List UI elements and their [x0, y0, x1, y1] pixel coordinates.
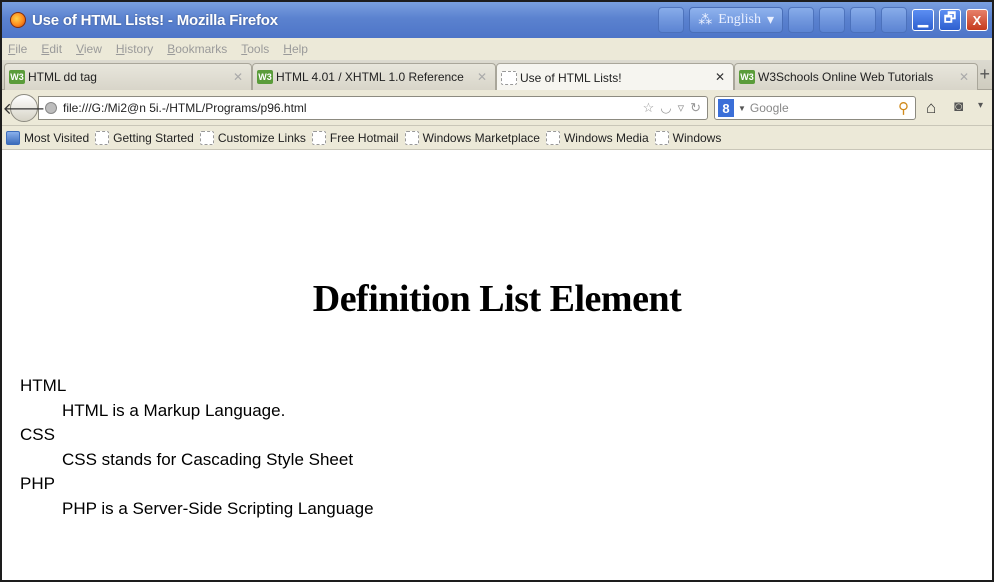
tray-help-icon[interactable]	[881, 7, 907, 33]
bookmark-page-icon	[545, 130, 560, 145]
bookmark-label: Windows Media	[563, 130, 649, 145]
tab-close-icon[interactable]: ✕	[715, 70, 725, 84]
pocket-small-icon[interactable]: ◡	[660, 100, 671, 116]
title-bar: Use of HTML Lists! - Mozilla Firefox ⁂ E…	[2, 2, 992, 38]
reload-icon[interactable]: ↻	[690, 100, 701, 116]
w3c-favicon-icon: W3	[739, 70, 755, 84]
definition-description: PHP is a Server-Side Scripting Language	[62, 498, 374, 518]
language-icon: ⁂	[698, 12, 713, 28]
menu-view[interactable]: View	[76, 42, 102, 56]
bookmark-label: Windows	[672, 130, 722, 145]
tray-search-icon[interactable]	[658, 7, 685, 33]
star-icon[interactable]: ☆	[643, 100, 655, 116]
definition-description: HTML is a Markup Language.	[62, 400, 286, 420]
browser-window: Use of HTML Lists! - Mozilla Firefox ⁂ E…	[0, 0, 994, 582]
menu-tools[interactable]: Tools	[241, 42, 269, 56]
bookmark-label: Windows Marketplace	[422, 130, 540, 145]
bookmark-windows-media[interactable]: Windows Media	[545, 130, 649, 145]
blank-page-icon	[501, 70, 517, 85]
chevron-down-icon: ▾	[766, 12, 774, 28]
bookmark-label: Getting Started	[113, 130, 194, 145]
bookmark-getting-started[interactable]: Getting Started	[95, 130, 194, 145]
definition-term: HTML	[20, 376, 67, 395]
menu-file[interactable]: File	[8, 42, 27, 56]
most-visited-icon	[6, 130, 20, 145]
bookmark-page-icon	[95, 130, 110, 145]
close-button[interactable]: X	[966, 9, 988, 31]
bookmark-windows[interactable]: Windows	[654, 130, 722, 145]
tab-label: HTML 4.01 / XHTML 1.0 Reference	[276, 70, 464, 84]
bookmark-page-icon	[199, 130, 214, 145]
site-identity-icon[interactable]	[45, 102, 57, 114]
tab-use-of-html-lists[interactable]: Use of HTML Lists! ✕	[496, 63, 734, 91]
url-text[interactable]: file:///G:/Mi2@n 5i.-/HTML/Programs/p96.…	[63, 101, 307, 115]
tray-minimize-bar-icon[interactable]	[788, 7, 814, 33]
title-bar-controls: ⁂ English ▾ ▁ 🗗 X	[658, 6, 988, 34]
page-heading: Definition List Element	[312, 278, 682, 320]
bookmark-label: Free Hotmail	[329, 130, 399, 145]
url-bar-actions: ☆ ◡ ▿ ↻	[643, 100, 701, 116]
minimize-button[interactable]: ▁	[912, 9, 934, 31]
definition-list: HTML HTML is a Markup Language. CSS CSS …	[20, 374, 374, 522]
navigation-bar: file:///G:/Mi2@n 5i.-/HTML/Programs/p96.…	[2, 90, 992, 126]
menu-history[interactable]: History	[116, 42, 153, 56]
bookmarks-toolbar: Most Visited Getting Started Customize L…	[2, 126, 992, 150]
definition-description: CSS stands for Cascading Style Sheet	[62, 449, 354, 469]
search-icon[interactable]: ⚲	[898, 99, 909, 117]
menu-help[interactable]: Help	[283, 42, 308, 56]
language-selector[interactable]: ⁂ English ▾	[689, 7, 783, 33]
definition-term: PHP	[20, 474, 55, 494]
back-arrow-icon: 🡐	[2, 100, 46, 118]
w3c-favicon-icon: W3	[257, 70, 273, 84]
tray-mouse-icon[interactable]	[819, 7, 845, 33]
tab-html-reference[interactable]: W3 HTML 4.01 / XHTML 1.0 Reference ✕	[252, 63, 496, 90]
home-icon[interactable]: ⌂	[926, 98, 936, 118]
search-bar[interactable]: 8 ▼ Google ⚲	[714, 96, 916, 120]
search-engine-icon[interactable]: 8	[718, 99, 734, 117]
bookmark-page-icon	[311, 130, 326, 145]
menu-bar: File Edit View History Bookmarks Tools H…	[2, 38, 992, 60]
dropdown-icon[interactable]: ▿	[678, 100, 685, 116]
tab-label: Use of HTML Lists!	[520, 70, 622, 85]
bookmark-label: Customize Links	[217, 130, 306, 145]
firefox-logo-icon	[10, 12, 26, 28]
bookmark-most-visited[interactable]: Most Visited	[6, 130, 90, 145]
pocket-icon[interactable]: ◙	[954, 98, 963, 115]
search-input[interactable]: Google	[750, 101, 789, 115]
window-title: Use of HTML Lists! - Mozilla Firefox	[32, 11, 278, 29]
back-button[interactable]: 🡐	[3, 94, 45, 122]
tab-html-dd-tag[interactable]: W3 HTML dd tag ✕	[4, 63, 252, 90]
restore-button[interactable]: 🗗	[939, 9, 961, 31]
bookmark-windows-marketplace[interactable]: Windows Marketplace	[404, 130, 540, 145]
tab-label: HTML dd tag	[28, 70, 97, 84]
new-tab-button[interactable]: +	[979, 64, 990, 85]
bookmark-free-hotmail[interactable]: Free Hotmail	[311, 130, 399, 145]
tab-close-icon[interactable]: ✕	[233, 70, 243, 84]
tab-w3schools[interactable]: W3 W3Schools Online Web Tutorials ✕	[734, 63, 978, 90]
menu-chevron-icon[interactable]: ▾	[978, 100, 983, 111]
tab-label: W3Schools Online Web Tutorials	[758, 70, 934, 84]
tab-strip: W3 HTML dd tag ✕ W3 HTML 4.01 / XHTML 1.…	[2, 60, 992, 91]
tab-close-icon[interactable]: ✕	[959, 70, 969, 84]
tab-close-icon[interactable]: ✕	[477, 70, 487, 84]
url-bar[interactable]: file:///G:/Mi2@n 5i.-/HTML/Programs/p96.…	[38, 96, 708, 120]
language-label: English	[718, 12, 761, 27]
w3c-favicon-icon: W3	[9, 70, 25, 84]
bookmark-customize-links[interactable]: Customize Links	[199, 130, 306, 145]
search-engine-dropdown-icon[interactable]: ▼	[738, 104, 746, 113]
bookmark-page-icon	[654, 130, 669, 145]
menu-bookmarks[interactable]: Bookmarks	[167, 42, 227, 56]
definition-term: CSS	[20, 425, 55, 445]
bookmark-label: Most Visited	[24, 130, 90, 145]
menu-edit[interactable]: Edit	[41, 42, 62, 56]
bookmark-page-icon	[404, 130, 419, 145]
tray-settings-icon[interactable]	[850, 7, 876, 33]
